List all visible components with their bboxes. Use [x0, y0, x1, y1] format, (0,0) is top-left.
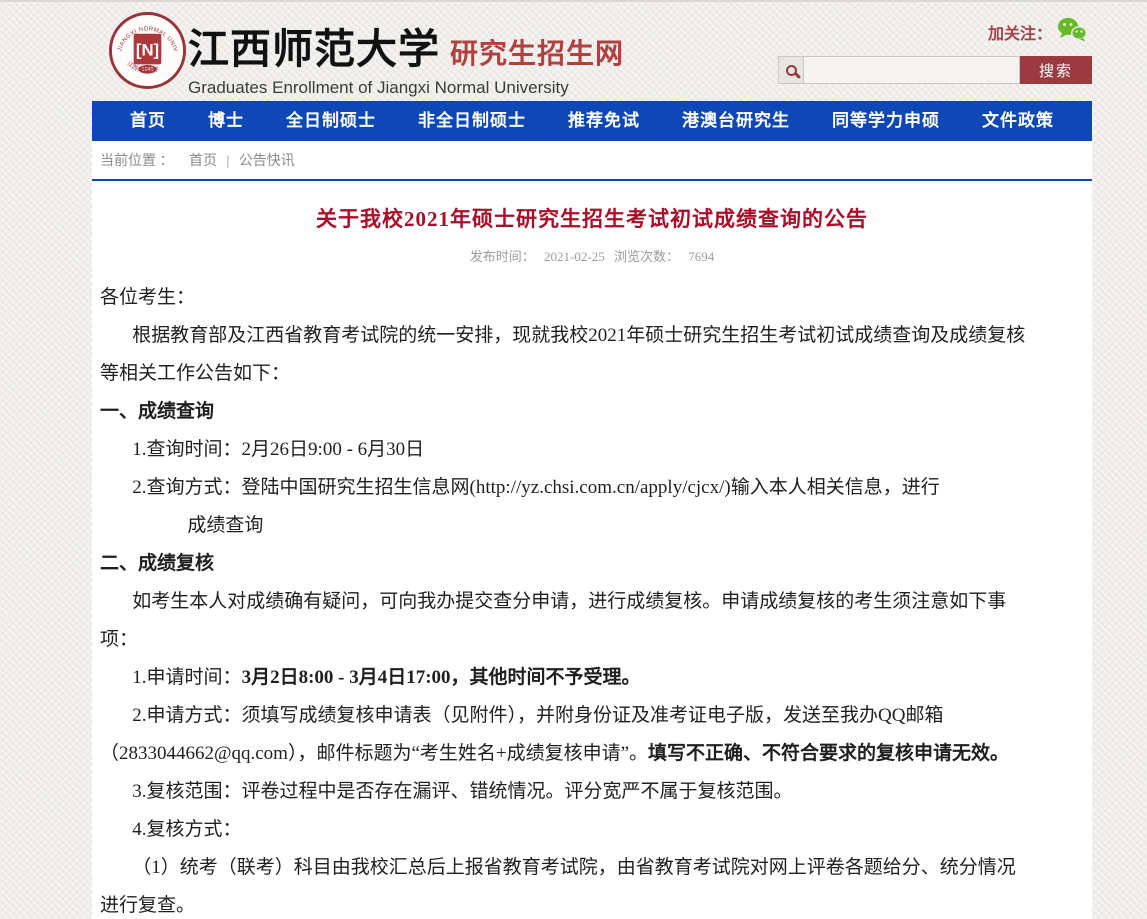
nav-item-doctor[interactable]: 博士 — [208, 101, 244, 141]
nav-item-equivalent-degree[interactable]: 同等学力申硕 — [832, 101, 940, 141]
article-paragraph: 各位考生： — [100, 279, 1084, 317]
article-paragraph: （1）统考（联考）科目由我校汇总后上报省教育考试院，由省教育考试院对网上评卷各题… — [100, 849, 1084, 887]
article: 关于我校2021年硕士研究生招生考试初试成绩查询的公告 发布时间： 2021-0… — [92, 181, 1092, 919]
views-label: 浏览次数： — [614, 249, 679, 264]
article-paragraph: （2833044662@qq.com），邮件标题为“考生姓名+成绩复核申请”。填… — [100, 735, 1084, 773]
article-paragraph: 2.查询方式：登陆中国研究生招生信息网(http://yz.chsi.com.c… — [100, 469, 1084, 507]
article-section-heading: 一、成绩查询 — [100, 393, 1084, 431]
article-paragraph: 如考生本人对成绩确有疑问，可向我办提交查分申请，进行成绩复核。申请成绩复核的考生… — [100, 583, 1084, 621]
article-paragraph: 等相关工作公告如下： — [100, 355, 1084, 393]
article-paragraph: 项： — [100, 621, 1084, 659]
breadcrumb-section-link[interactable]: 公告快讯 — [239, 154, 295, 169]
breadcrumb: 当前位置 ： 首页 | 公告快讯 — [92, 141, 1092, 181]
search-button[interactable]: 搜索 — [1020, 56, 1092, 84]
article-paragraph: 进行复查。 — [100, 887, 1084, 919]
views-count: 7694 — [688, 249, 714, 264]
wechat-icon[interactable] — [1057, 17, 1087, 47]
article-paragraph: 3.复核范围：评卷过程中是否存在漏评、错统情况。评分宽严不属于复核范围。 — [100, 773, 1084, 811]
university-seal-logo[interactable]: JIANGXI NORMAL UNIVERSITY [N] 1940 江西师范大… — [108, 11, 187, 90]
nav-item-parttime-master[interactable]: 非全日制硕士 — [418, 101, 526, 141]
article-paragraph: 1.申请时间：3月2日8:00 - 3月4日17:00，其他时间不予受理。 — [100, 659, 1084, 697]
site-title-block: 江西师范大学 研究生招生网 Graduates Enrollment of Ji… — [188, 15, 624, 98]
site-title-cn: 江西师范大学 — [188, 15, 440, 75]
svg-text:[N]: [N] — [136, 40, 159, 59]
main-content-area: 当前位置 ： 首页 | 公告快讯 关于我校2021年硕士研究生招生考试初试成绩查… — [92, 141, 1092, 919]
breadcrumb-separator: | — [227, 154, 230, 169]
article-paragraph: 成绩查询 — [100, 507, 1084, 545]
site-title-en: Graduates Enrollment of Jiangxi Normal U… — [188, 78, 624, 98]
search-input[interactable] — [804, 57, 1019, 83]
publish-date: 2021-02-25 — [544, 249, 605, 264]
site-header: JIANGXI NORMAL UNIVERSITY [N] 1940 江西师范大… — [92, 2, 1092, 99]
article-paragraph: 2.申请方式：须填写成绩复核申请表（见附件），并附身份证及准考证电子版，发送至我… — [100, 697, 1084, 735]
nav-item-home[interactable]: 首页 — [130, 101, 166, 141]
page-container: JIANGXI NORMAL UNIVERSITY [N] 1940 江西师范大… — [92, 2, 1092, 919]
publish-label: 发布时间： — [470, 249, 535, 264]
nav-item-policy-docs[interactable]: 文件政策 — [982, 101, 1054, 141]
search-bar: 搜索 — [778, 56, 1092, 84]
article-body: 各位考生：根据教育部及江西省教育考试院的统一安排，现就我校2021年硕士研究生招… — [100, 279, 1084, 919]
nav-item-recommend-exempt[interactable]: 推荐免试 — [568, 101, 640, 141]
site-title-suffix: 研究生招生网 — [450, 32, 624, 72]
follow-us: 加关注： — [988, 17, 1087, 47]
breadcrumb-prefix: 当前位置 ： — [100, 154, 174, 169]
main-nav: 首页 博士 全日制硕士 非全日制硕士 推荐免试 港澳台研究生 同等学力申硕 文件政策 — [92, 101, 1092, 141]
article-paragraph: 4.复核方式： — [100, 811, 1084, 849]
search-icon — [778, 56, 803, 84]
article-paragraph: 1.查询时间：2月26日9:00 - 6月30日 — [100, 431, 1084, 469]
nav-item-hk-mo-tw[interactable]: 港澳台研究生 — [682, 101, 790, 141]
follow-label: 加关注： — [988, 20, 1052, 44]
nav-item-fulltime-master[interactable]: 全日制硕士 — [286, 101, 376, 141]
article-meta: 发布时间： 2021-02-25 浏览次数： 7694 — [100, 246, 1084, 265]
seal-icon: JIANGXI NORMAL UNIVERSITY [N] 1940 江西师范大… — [108, 11, 187, 90]
article-section-heading: 二、成绩复核 — [100, 545, 1084, 583]
breadcrumb-home-link[interactable]: 首页 — [189, 154, 217, 169]
article-paragraph: 根据教育部及江西省教育考试院的统一安排，现就我校2021年硕士研究生招生考试初试… — [100, 317, 1084, 355]
article-title: 关于我校2021年硕士研究生招生考试初试成绩查询的公告 — [100, 203, 1084, 233]
